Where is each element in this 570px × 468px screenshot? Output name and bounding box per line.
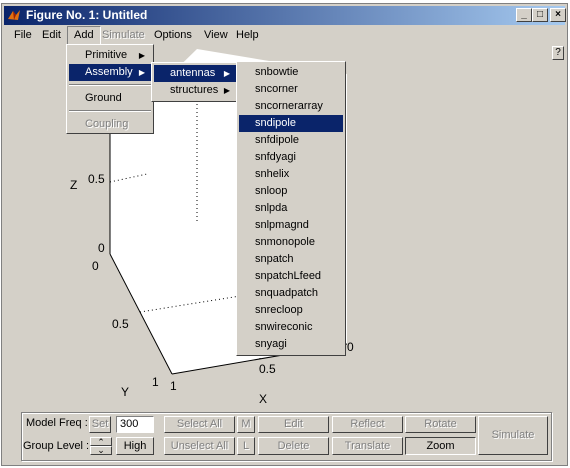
reflect-button[interactable]: Reflect bbox=[332, 416, 403, 433]
submenu-arrow-icon: ▶ bbox=[138, 51, 145, 60]
set-button[interactable]: Set bbox=[89, 416, 111, 433]
submenu-arrow-icon: ▶ bbox=[223, 86, 230, 95]
select-all-button[interactable]: Select All bbox=[164, 416, 235, 433]
antenna-menu-item[interactable]: snrecloop bbox=[239, 302, 343, 319]
delete-button[interactable]: Delete bbox=[258, 437, 329, 455]
matlab-logo-icon bbox=[8, 10, 20, 20]
assembly-menu-antennas[interactable]: antennas ▶ bbox=[154, 65, 236, 82]
z-axis-label: Z bbox=[70, 178, 77, 192]
menu-item-label: Primitive bbox=[85, 49, 128, 61]
antenna-menu-item[interactable]: snlpmagnd bbox=[239, 217, 343, 234]
assembly-menu-structures[interactable]: structures ▶ bbox=[154, 82, 236, 99]
submenu-arrow-icon: ▶ bbox=[138, 68, 145, 77]
antenna-menu-item[interactable]: sncorner bbox=[239, 81, 343, 98]
close-button[interactable]: × bbox=[550, 8, 566, 22]
menu-separator bbox=[69, 110, 151, 112]
antenna-menu-item[interactable]: snfdyagi bbox=[239, 149, 343, 166]
z-tick-0: 0 bbox=[98, 241, 105, 255]
antenna-menu-item[interactable]: snpatch bbox=[239, 251, 343, 268]
figure-window: Z 0.5 0 0 0.5 1 Y 1 0.5 0 X Figure No. 1… bbox=[1, 3, 568, 466]
menu-edit[interactable]: Edit bbox=[36, 26, 67, 45]
x-tick-05: 0.5 bbox=[259, 362, 276, 376]
menu-item-label: antennas bbox=[170, 67, 216, 79]
add-menu-ground[interactable]: Ground bbox=[69, 90, 151, 107]
antenna-menu-item[interactable]: snhelix bbox=[239, 166, 343, 183]
zoom-toggle-button[interactable]: Zoom bbox=[405, 437, 476, 455]
assembly-submenu: antennas ▶ structures ▶ bbox=[151, 62, 239, 102]
antenna-menu-item[interactable]: sncornerarray bbox=[239, 98, 343, 115]
model-freq-label: Model Freq : bbox=[26, 417, 88, 429]
help-button[interactable]: ? bbox=[552, 46, 564, 60]
menu-bar: File Edit Add Simulate Options View Help bbox=[4, 26, 565, 45]
maximize-button[interactable]: □ bbox=[532, 8, 548, 22]
minimize-button[interactable]: _ bbox=[516, 8, 532, 22]
add-menu-coupling[interactable]: Coupling bbox=[69, 116, 151, 133]
control-panel: Model Freq : Set 300 Group Level : ⌃ ⌄ H… bbox=[21, 412, 552, 461]
window-title: Figure No. 1: Untitled bbox=[26, 8, 148, 22]
menu-help[interactable]: Help bbox=[230, 26, 265, 45]
menu-simulate[interactable]: Simulate bbox=[96, 26, 151, 45]
antennas-submenu: snbowtie sncorner sncornerarray sndipole snf… bbox=[236, 61, 346, 356]
submenu-arrow-icon: ▶ bbox=[223, 69, 230, 78]
antenna-menu-item[interactable]: snloop bbox=[239, 183, 343, 200]
y-tick-1: 1 bbox=[152, 375, 159, 389]
group-level-label: Group Level : bbox=[23, 440, 90, 452]
z-tick-05: 0.5 bbox=[88, 172, 105, 186]
translate-button[interactable]: Translate bbox=[332, 437, 403, 455]
m-button[interactable]: M bbox=[237, 416, 255, 433]
model-freq-input[interactable]: 300 bbox=[116, 416, 154, 433]
antenna-menu-item[interactable]: snwireconic bbox=[239, 319, 343, 336]
add-menu-assembly[interactable]: Assembly ▶ bbox=[69, 64, 151, 81]
antenna-menu-item[interactable]: snquadpatch bbox=[239, 285, 343, 302]
x-tick-0: 0 bbox=[347, 340, 354, 354]
antenna-menu-item[interactable]: snlpda bbox=[239, 200, 343, 217]
unselect-all-button[interactable]: Unselect All bbox=[164, 437, 235, 455]
antenna-menu-item[interactable]: sndipole bbox=[239, 115, 343, 132]
antenna-menu-item[interactable]: snfdipole bbox=[239, 132, 343, 149]
x-axis-label: X bbox=[259, 392, 267, 406]
antenna-menu-item[interactable]: snpatchLfeed bbox=[239, 268, 343, 285]
l-button[interactable]: L bbox=[237, 437, 255, 455]
group-level-value: High bbox=[116, 437, 154, 455]
y-tick-0: 0 bbox=[92, 259, 99, 273]
menu-view[interactable]: View bbox=[198, 26, 234, 45]
edit-button[interactable]: Edit bbox=[258, 416, 329, 433]
simulate-button[interactable]: Simulate bbox=[478, 416, 548, 455]
antenna-menu-item[interactable]: snyagi bbox=[239, 336, 343, 353]
menu-item-label: structures bbox=[170, 84, 219, 96]
menu-separator bbox=[69, 84, 151, 86]
y-axis-label: Y bbox=[121, 385, 129, 399]
add-menu-primitive[interactable]: Primitive ▶ bbox=[69, 47, 151, 64]
antenna-menu-item[interactable]: snmonopole bbox=[239, 234, 343, 251]
level-down-button[interactable]: ⌄ bbox=[90, 446, 112, 455]
x-tick-1: 1 bbox=[170, 379, 177, 393]
add-menu: Primitive ▶ Assembly ▶ Ground Coupling bbox=[66, 44, 154, 134]
antenna-menu-item[interactable]: snbowtie bbox=[239, 64, 343, 81]
title-bar[interactable]: Figure No. 1: Untitled _ □ × bbox=[4, 6, 566, 25]
menu-file[interactable]: File bbox=[8, 26, 38, 45]
rotate-button[interactable]: Rotate bbox=[405, 416, 476, 433]
menu-options[interactable]: Options bbox=[148, 26, 198, 45]
menu-item-label: Assembly bbox=[85, 66, 133, 78]
y-tick-05: 0.5 bbox=[112, 317, 129, 331]
